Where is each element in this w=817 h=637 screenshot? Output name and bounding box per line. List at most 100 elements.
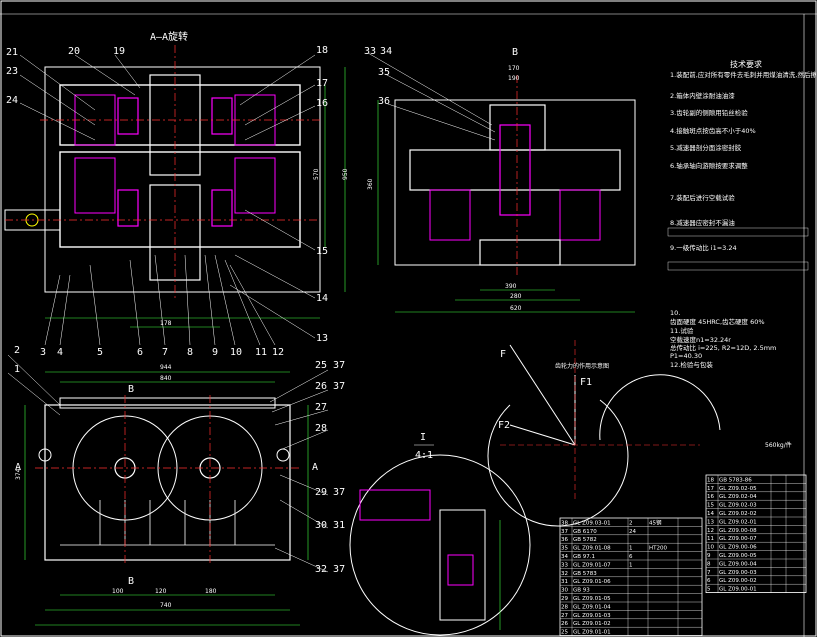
tech-line-12: 11.试验 <box>670 326 694 335</box>
parts-table-cell: GL Z09.00-05 <box>719 553 757 559</box>
part-14: 14 <box>316 293 328 304</box>
front-outer <box>44 404 291 561</box>
weight-note: 560kg/件 <box>765 441 792 449</box>
parts-table-cell: 31 <box>561 579 568 585</box>
section-label: A—A旋转 <box>150 30 188 43</box>
tech-line-14: 总传动比 i=225, R2=12D, 2.5mm <box>670 343 776 352</box>
parts-table-cell: GL Z09.01-05 <box>573 596 611 602</box>
hatch-left-lower <box>74 157 116 214</box>
parts-table-cell: GB 5782 <box>573 537 597 543</box>
part-32-37: 32 37 <box>315 564 345 575</box>
part-13: 13 <box>316 333 328 344</box>
tech-line-8: 8.减速器应密封不漏油 <box>670 218 735 227</box>
part-7: 7 <box>162 347 168 358</box>
parts-table-cell: 17 <box>707 486 714 492</box>
force-gear-right <box>599 374 721 441</box>
parts-table-cell: GL Z09.02-02 <box>719 511 757 517</box>
tech-line-4: 4.接触斑点按齿高不小于40% <box>670 126 756 135</box>
parts-table-cell: GL Z09.02-05 <box>719 486 757 492</box>
tech-requirements: 技术要求 1.装配前,应对所有零件去毛刺并用煤油清洗,然后擦干 2.箱体内壁涂耐… <box>667 59 817 369</box>
parts-table-cell: GL Z09.03-01 <box>573 520 611 526</box>
front-flange <box>59 397 276 409</box>
tech-line-10: 10. <box>670 309 680 317</box>
parts-table-cell: 34 <box>561 554 568 560</box>
parts-table-cell: 35 <box>561 546 568 552</box>
bearing-ll <box>117 189 139 227</box>
parts-table-cell: 25 <box>561 630 568 636</box>
side-body <box>409 149 621 191</box>
part-33-34: 33 34 <box>364 46 392 57</box>
parts-table-cell: 15 <box>707 503 714 509</box>
tech-line-2: 2.箱体内壁涂耐油油漆 <box>670 91 735 100</box>
parts-table-cell: GL Z09.00-06 <box>719 545 757 551</box>
arrow-a-right: A <box>312 462 318 473</box>
parts-table-cell: 14 <box>707 511 714 517</box>
parts-table-cell: 5 <box>707 587 711 593</box>
detail-view: I 4:1 <box>349 432 531 636</box>
arrow-a-left: A <box>15 462 21 473</box>
part-5: 5 <box>97 347 103 358</box>
parts-table-cell: 45钢 <box>649 518 662 526</box>
bearing-ul <box>117 97 139 135</box>
view-b-label: B <box>512 47 518 58</box>
dim-c2: 100 <box>112 588 124 595</box>
dim-c3: 120 <box>155 588 167 595</box>
parts-table-cell: GB 5783-86 <box>719 477 752 483</box>
tech-line-13: 空载速度n1=32.24r <box>670 335 731 344</box>
part-1: 1 <box>14 364 20 375</box>
parts-table-cell: GL Z09.00-08 <box>719 528 757 534</box>
dim-b2: 170 <box>508 65 520 72</box>
parts-table-cell: GB 97.1 <box>573 554 595 560</box>
dim-a3: 840 <box>160 375 172 382</box>
parts-table-cell: GL Z09.00-01 <box>719 587 757 593</box>
tech-line-3: 3.齿轮副的侧隙用铅丝检验 <box>670 108 748 117</box>
leaders-front <box>7 354 329 573</box>
force-title: 齿轮力的作用示意图 <box>555 362 609 370</box>
dim-b7: 620 <box>510 305 522 312</box>
part-25-37: 25 37 <box>315 360 345 371</box>
parts-table-cell: GL Z09.01-07 <box>573 562 611 568</box>
bearing-ur <box>211 97 233 135</box>
parts-table-cell: 36 <box>561 537 568 543</box>
side-top-cap <box>489 104 546 151</box>
force-vector-f <box>509 344 576 446</box>
parts-table-cell: 1 <box>629 546 633 552</box>
top-view-housing-lower <box>59 151 301 248</box>
part-16: 16 <box>316 98 328 109</box>
part-6: 6 <box>137 347 143 358</box>
part-9: 9 <box>212 347 218 358</box>
tech-highlight-2 <box>667 261 809 271</box>
parts-table-cell: GL Z09.02-04 <box>719 494 757 500</box>
dim-a4: 570 <box>313 168 320 180</box>
parts-table-cell: 18 <box>707 477 714 483</box>
part-4: 4 <box>57 347 63 358</box>
dim-c4: 180 <box>205 588 217 595</box>
part-15: 15 <box>316 246 328 257</box>
part-29-37: 29 37 <box>315 487 345 498</box>
part-18: 18 <box>316 45 328 56</box>
parts-table-cell: GL Z09.00-03 <box>719 570 757 576</box>
dim-b5: 360 <box>367 178 374 190</box>
part-19: 19 <box>113 46 125 57</box>
parts-table-cell: GL Z09.01-06 <box>573 579 611 585</box>
dim-c6: 178 <box>160 320 172 327</box>
parts-table-cell: 38 <box>561 520 568 526</box>
view-b-mark-bottom: B <box>128 576 134 587</box>
bearing-lr <box>211 189 233 227</box>
parts-table-cell: 1 <box>629 562 633 568</box>
leaders-top <box>19 54 316 346</box>
parts-table-cell: 29 <box>561 596 568 602</box>
part-17: 17 <box>316 78 328 89</box>
parts-table-cell: 8 <box>707 561 711 567</box>
lifting-eye-right <box>276 448 290 462</box>
parts-table-cell: 26 <box>561 621 568 627</box>
parts-table-cell: 16 <box>707 494 714 500</box>
parts-table-cell: GL Z09.00-07 <box>719 536 757 542</box>
detail-bearing <box>447 554 474 586</box>
tech-line-7: 7.装配后进行空载试验 <box>670 193 735 202</box>
part-24: 24 <box>6 95 18 106</box>
dim-b3: 190 <box>508 75 520 82</box>
parts-table-cell: 33 <box>561 562 568 568</box>
parts-table-cell: GL Z09.01-08 <box>573 546 611 552</box>
parts-table-cell: GL Z09.01-01 <box>573 630 611 636</box>
